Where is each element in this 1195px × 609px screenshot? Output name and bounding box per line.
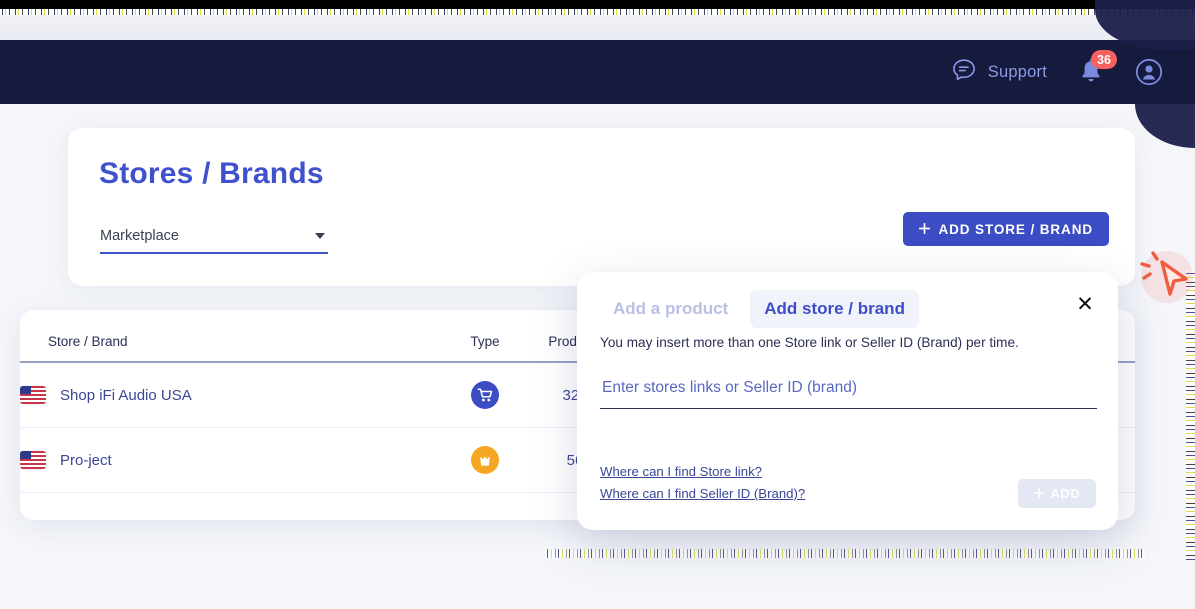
chat-bubble-icon [951, 57, 977, 88]
store-cell: Shop iFi Audio USA [20, 362, 440, 428]
app-screen: Support 36 Stores / Brands Marketplace A… [0, 0, 1195, 609]
support-label: Support [987, 62, 1047, 81]
tab-add-store-brand[interactable]: Add store / brand [750, 290, 919, 328]
us-flag-icon [20, 386, 46, 404]
shopping-cart-icon [471, 381, 499, 409]
us-flag-icon [20, 451, 46, 469]
header-actions: Support 36 [951, 40, 1163, 104]
type-cell [440, 427, 530, 493]
page-header-card: Stores / Brands Marketplace ADD STORE / … [68, 128, 1135, 286]
modal-help-links: Where can I find Store link? Where can I… [600, 464, 805, 501]
store-cell: Pro-ject [20, 427, 440, 493]
plus-icon [1033, 487, 1044, 501]
shopping-bag-icon [471, 446, 499, 474]
marketplace-select-value: Marketplace [100, 228, 179, 244]
store-name[interactable]: Pro-ject [60, 452, 112, 469]
column-header-store: Store / Brand [20, 310, 440, 363]
support-button[interactable]: Support [951, 57, 1047, 88]
marketplace-select[interactable]: Marketplace [100, 220, 328, 254]
chevron-down-icon [315, 233, 325, 239]
column-header-type: Type [440, 310, 530, 363]
user-avatar-icon [1135, 58, 1163, 90]
link-where-find-seller-id[interactable]: Where can I find Seller ID (Brand)? [600, 486, 805, 501]
tab-add-a-product[interactable]: Add a product [599, 290, 742, 328]
top-black-bar [0, 0, 1195, 9]
top-grey-band [0, 15, 1195, 41]
close-icon[interactable]: ✕ [1072, 291, 1098, 317]
stores-links-input[interactable] [600, 375, 1097, 409]
header-decoration-bottom-right [1135, 104, 1195, 148]
modal-add-button[interactable]: ADD [1018, 479, 1096, 508]
add-store-brand-modal: Add a product Add store / brand ✕ You ma… [577, 272, 1118, 530]
page-title: Stores / Brands [99, 157, 324, 190]
app-header: Support 36 [0, 40, 1195, 104]
avatar[interactable] [1135, 58, 1163, 86]
add-store-brand-button[interactable]: ADD STORE / BRAND [903, 212, 1109, 246]
modal-add-label: ADD [1050, 486, 1081, 501]
bottom-edge-artifact [545, 549, 1145, 558]
store-name[interactable]: Shop iFi Audio USA [60, 387, 192, 404]
modal-tabs: Add a product Add store / brand [599, 290, 919, 328]
notification-badge: 36 [1091, 50, 1117, 69]
add-store-brand-label: ADD STORE / BRAND [938, 221, 1093, 237]
modal-hint-text: You may insert more than one Store link … [600, 335, 1019, 350]
link-where-find-store-link[interactable]: Where can I find Store link? [600, 464, 805, 479]
stores-links-input-wrap [600, 375, 1097, 409]
right-edge-artifact [1186, 270, 1195, 560]
notifications-button[interactable]: 36 [1077, 50, 1117, 87]
type-cell [440, 362, 530, 428]
plus-icon [919, 222, 931, 237]
notification-bell-icon [1077, 59, 1105, 91]
